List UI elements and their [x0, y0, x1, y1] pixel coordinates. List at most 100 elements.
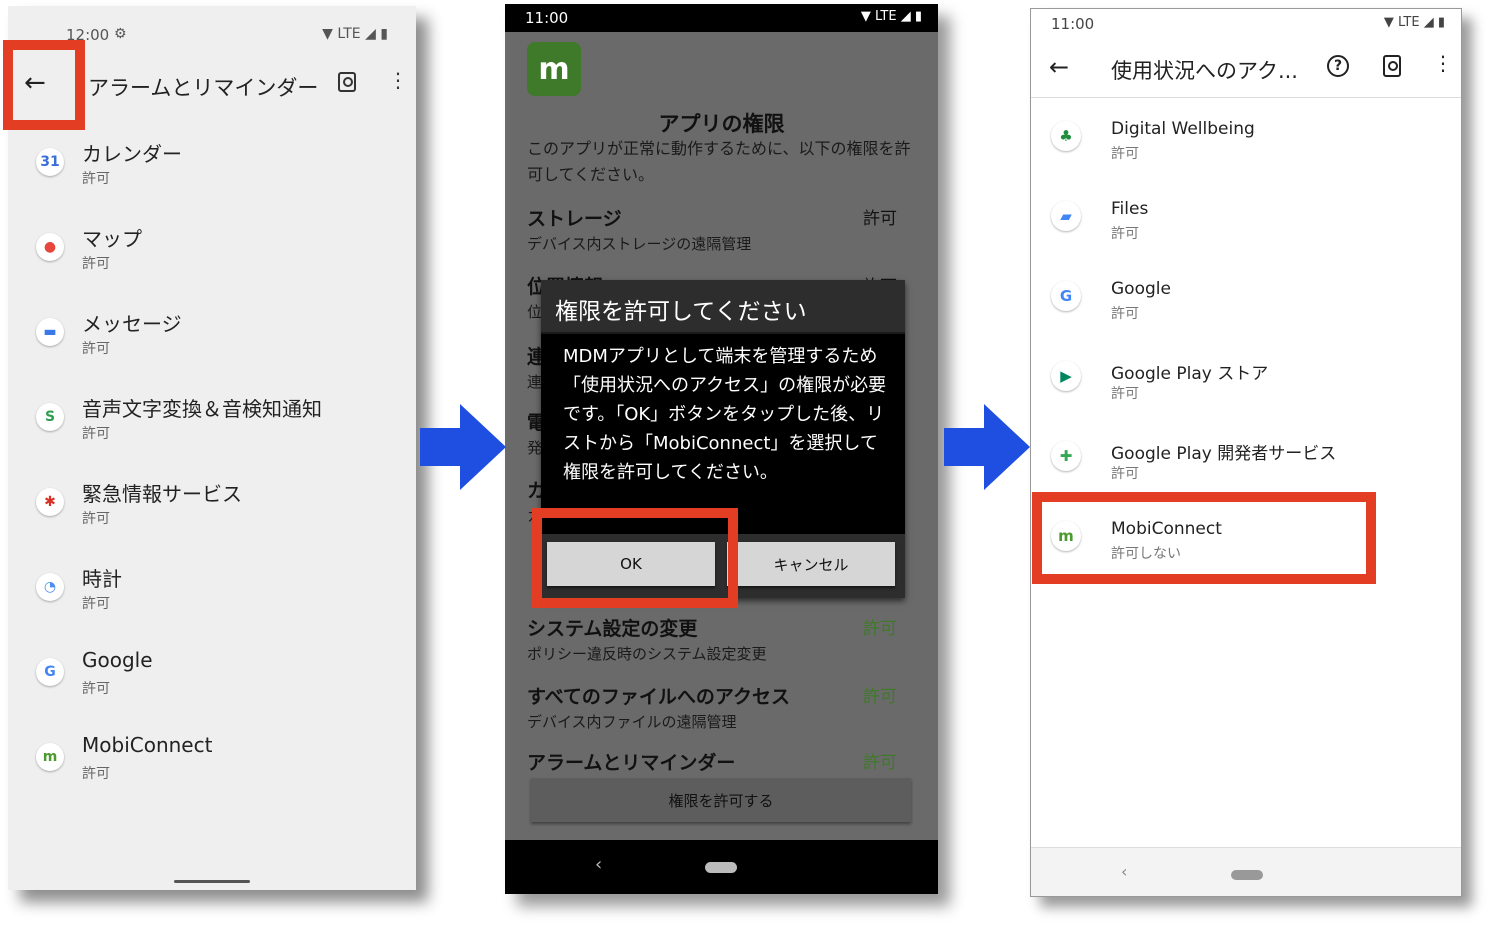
app-logo: m	[527, 42, 581, 96]
permission-status: 許可	[1111, 226, 1139, 242]
list-item[interactable]: ▶ Google Play ストア許可	[1031, 341, 1461, 421]
permission-row: すべてのファイルへのアクセスデバイス内ファイルの遠隔管理 許可	[527, 682, 907, 732]
clock-icon: ◔	[36, 573, 64, 601]
app-bar: ← 使用状況へのアク... ? ⋮	[1031, 41, 1461, 98]
phone-screen-permissions: 11:00 ▼ LTE ◢ ▮ m アプリの権限 このアプリが正常に動作するため…	[505, 4, 938, 894]
permission-desc: デバイス内ファイルの遠隔管理	[527, 713, 737, 731]
permission-status: 許可	[82, 681, 110, 697]
list-item[interactable]: m MobiConnect 許可	[8, 733, 416, 813]
nav-home-pill[interactable]	[1231, 870, 1263, 880]
app-name: Google	[82, 648, 153, 672]
permission-name: すべてのファイルへのアクセス	[527, 686, 790, 708]
permission-status: 許可	[1111, 306, 1139, 322]
permission-status: 許可	[82, 766, 110, 782]
navigation-bar: ‹	[1031, 847, 1461, 896]
permission-status: 許可	[863, 209, 897, 229]
app-name: 音声文字変換＆音検知通知	[82, 397, 322, 421]
permission-status: 許可	[82, 256, 110, 272]
help-icon[interactable]: ?	[1327, 55, 1349, 77]
list-item[interactable]: ✚ Google Play 開発者サービス許可	[1031, 421, 1461, 501]
permissions-title: アプリの権限	[658, 112, 785, 136]
navigation-bar: ‹	[505, 840, 938, 894]
gear-icon: ⚙	[114, 26, 127, 42]
play-services-icon: ✚	[1051, 441, 1081, 471]
list-item[interactable]: ▰ Files 許可	[1031, 181, 1461, 261]
dialog-cancel-button[interactable]: キャンセル	[727, 542, 895, 586]
right-arrow-icon	[944, 404, 1030, 490]
list-item[interactable]: G Google 許可	[8, 648, 416, 728]
permission-status: 許可	[82, 511, 110, 527]
highlight-ok-button	[532, 508, 738, 608]
emergency-icon: ✱	[36, 488, 64, 516]
search-icon[interactable]	[338, 72, 356, 92]
app-name: MobiConnect	[82, 733, 213, 757]
app-name: Google Play 開発者サービス	[1111, 444, 1337, 464]
phone-screen-alarms: 12:00 ⚙ ▼ LTE ◢ ▮ ← アラームとリマインダー ⋮ 31 カレンダ…	[8, 6, 416, 890]
app-name: Google Play ストア	[1111, 364, 1269, 384]
permission-name: システム設定の変更	[527, 618, 698, 640]
permission-status: 許可	[1111, 386, 1139, 402]
permission-status: 許可	[82, 596, 110, 612]
nav-home-pill[interactable]	[705, 862, 737, 873]
app-name: 緊急情報サービス	[82, 482, 242, 506]
app-name: マップ	[82, 227, 142, 251]
phone-screen-usage-access: 11:00 ▼ LTE ◢ ▮ ← 使用状況へのアク... ? ⋮ ♣ Digit…	[1030, 8, 1462, 897]
permission-row: アラームとリマインダー 許可	[527, 748, 907, 777]
permission-status: 許可	[1111, 146, 1139, 162]
grant-permissions-button[interactable]: 権限を許可する	[531, 778, 911, 822]
permission-row: ストレージデバイス内ストレージの遠隔管理 許可	[527, 204, 907, 254]
list-item[interactable]: ✱ 緊急情報サービス許可	[8, 478, 416, 558]
permission-desc: デバイス内ストレージの遠隔管理	[527, 235, 752, 253]
app-name: Digital Wellbeing	[1111, 119, 1255, 139]
permission-desc: ポリシー違反時のシステム設定変更	[527, 645, 767, 663]
google-icon: G	[36, 658, 64, 686]
permission-name: アラームとリマインダー	[527, 752, 736, 774]
highlight-mobiconnect-row	[1032, 492, 1376, 584]
list-item[interactable]: ● マップ許可	[8, 223, 416, 303]
permission-name: ストレージ	[527, 208, 622, 230]
list-item[interactable]: ◔ 時計許可	[8, 563, 416, 643]
list-item[interactable]: G Google 許可	[1031, 261, 1461, 341]
list-item[interactable]: 31 カレンダー許可	[8, 138, 416, 218]
app-name: Files	[1111, 199, 1149, 219]
dialog-title: 権限を許可してください	[555, 299, 807, 325]
status-time: 11:00	[525, 9, 569, 27]
app-name: 時計	[82, 567, 122, 591]
list-item[interactable]: ♣ Digital Wellbeing 許可	[1031, 101, 1461, 181]
permission-status: 許可	[82, 171, 110, 187]
mobiconnect-icon: m	[36, 743, 64, 771]
permission-status: 許可	[863, 687, 897, 707]
nav-back-icon[interactable]: ‹	[1121, 862, 1127, 881]
gesture-bar[interactable]	[174, 880, 250, 883]
permission-status: 許可	[863, 619, 897, 639]
app-name: メッセージ	[82, 312, 182, 336]
app-name: カレンダー	[82, 142, 182, 166]
list-item[interactable]: ▬ メッセージ許可	[8, 308, 416, 388]
permissions-description: このアプリが正常に動作するために、以下の権限を許可してください。	[527, 139, 911, 184]
app-name: Google	[1111, 279, 1171, 299]
permission-status: 許可	[82, 341, 110, 357]
google-icon: G	[1051, 281, 1081, 311]
search-icon[interactable]	[1383, 55, 1401, 77]
maps-icon: ●	[36, 233, 64, 261]
dialog-message: MDMアプリとして端末を管理するため「使用状況へのアクセス」の権限が必要です。「…	[563, 346, 887, 483]
permission-status: 許可	[863, 753, 897, 773]
overflow-menu-icon[interactable]: ⋮	[1433, 51, 1453, 75]
permission-row: システム設定の変更ポリシー違反時のシステム設定変更 許可	[527, 614, 907, 664]
calendar-icon: 31	[36, 148, 64, 176]
play-store-icon: ▶	[1051, 361, 1081, 391]
page-title: アラームとリマインダー	[88, 76, 319, 100]
list-item[interactable]: S 音声文字変換＆音検知通知 許可	[8, 393, 416, 473]
digital-wellbeing-icon: ♣	[1051, 121, 1081, 151]
transcribe-icon: S	[36, 403, 64, 431]
permission-status: 許可	[1111, 466, 1139, 482]
overflow-menu-icon[interactable]: ⋮	[388, 70, 408, 90]
back-arrow-icon[interactable]: ←	[1049, 53, 1069, 81]
status-network: ▼ LTE ◢ ▮	[322, 26, 388, 42]
status-bar: 11:00 ▼ LTE ◢ ▮	[505, 4, 938, 32]
messages-icon: ▬	[36, 318, 64, 346]
nav-back-icon[interactable]: ‹	[595, 854, 602, 875]
files-icon: ▰	[1051, 201, 1081, 231]
highlight-back-button	[3, 40, 85, 130]
status-network: ▼ LTE ◢ ▮	[860, 9, 922, 24]
